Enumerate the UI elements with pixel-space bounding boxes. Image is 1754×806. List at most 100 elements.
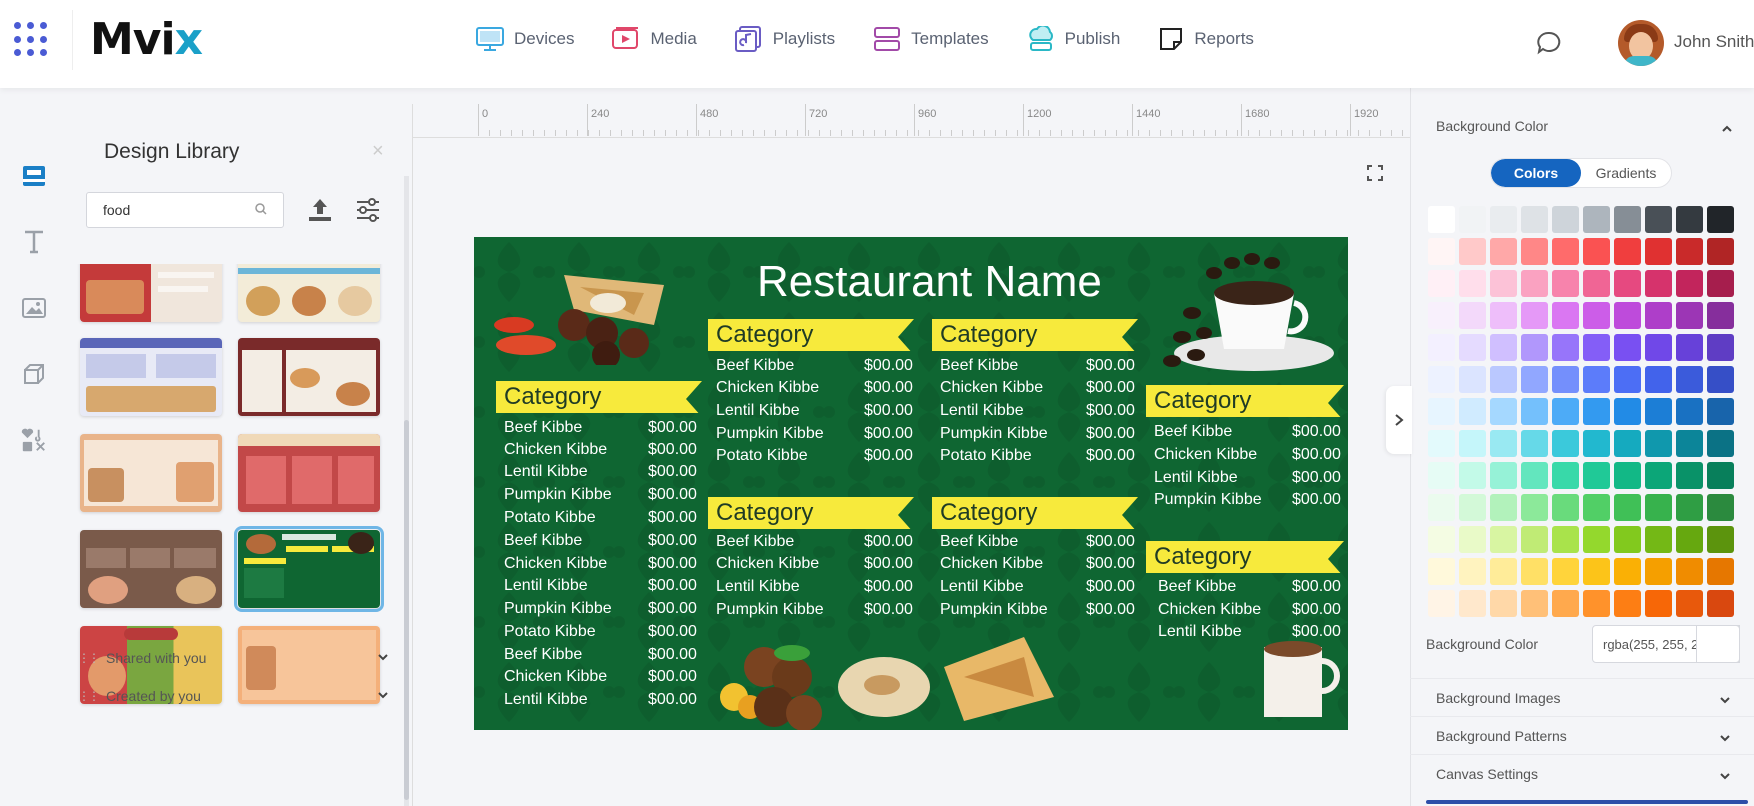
color-swatch[interactable]	[1490, 558, 1517, 585]
template-thumbnail[interactable]	[238, 264, 380, 322]
menu-item-price[interactable]: $00.00	[648, 463, 697, 481]
color-swatch[interactable]	[1428, 334, 1455, 361]
menu-item-name[interactable]: Beef Kibbe	[716, 533, 794, 551]
category-label[interactable]: Category	[716, 321, 813, 349]
color-swatch[interactable]	[1583, 366, 1610, 393]
menu-item-price[interactable]: $00.00	[864, 601, 913, 619]
menu-item-price[interactable]: $00.00	[1086, 379, 1135, 397]
menu-item-name[interactable]: Chicken Kibbe	[1154, 446, 1257, 464]
menu-item-name[interactable]: Potato Kibbe	[716, 447, 808, 465]
background-color-preview[interactable]	[1696, 625, 1740, 663]
color-swatch[interactable]	[1459, 494, 1486, 521]
template-thumbnail[interactable]	[238, 338, 380, 416]
category-label[interactable]: Category	[940, 321, 1037, 349]
menu-item-price[interactable]: $00.00	[648, 509, 697, 527]
menu-item-name[interactable]: Lentil Kibbe	[504, 577, 588, 595]
color-swatch[interactable]	[1459, 366, 1486, 393]
color-swatch[interactable]	[1645, 526, 1672, 553]
color-swatch[interactable]	[1645, 462, 1672, 489]
color-swatch[interactable]	[1552, 430, 1579, 457]
color-swatch[interactable]	[1459, 462, 1486, 489]
color-swatch[interactable]	[1676, 430, 1703, 457]
color-swatch[interactable]	[1676, 238, 1703, 265]
menu-item-name[interactable]: Pumpkin Kibbe	[716, 601, 824, 619]
color-swatch[interactable]	[1614, 430, 1641, 457]
color-swatch[interactable]	[1614, 526, 1641, 553]
menu-item-price[interactable]: $00.00	[1086, 533, 1135, 551]
color-swatch[interactable]	[1707, 462, 1734, 489]
color-swatch[interactable]	[1583, 558, 1610, 585]
menu-item-name[interactable]: Potato Kibbe	[504, 623, 596, 641]
color-swatch[interactable]	[1645, 302, 1672, 329]
template-thumbnail[interactable]	[80, 338, 222, 416]
color-swatch[interactable]	[1552, 590, 1579, 617]
nav-publish[interactable]: Publish	[1027, 26, 1120, 52]
color-swatch[interactable]	[1614, 302, 1641, 329]
color-swatch[interactable]	[1614, 366, 1641, 393]
menu-item-price[interactable]: $00.00	[1292, 623, 1341, 641]
menu-item-price[interactable]: $00.00	[1086, 447, 1135, 465]
color-swatch[interactable]	[1521, 366, 1548, 393]
color-swatch[interactable]	[1645, 590, 1672, 617]
color-swatch[interactable]	[1676, 494, 1703, 521]
color-swatch[interactable]	[1490, 430, 1517, 457]
menu-item-name[interactable]: Lentil Kibbe	[940, 578, 1024, 596]
color-swatch[interactable]	[1676, 366, 1703, 393]
color-swatch[interactable]	[1552, 334, 1579, 361]
chevron-up-icon[interactable]	[1720, 122, 1734, 136]
color-swatch[interactable]	[1490, 238, 1517, 265]
menu-item-price[interactable]: $00.00	[864, 555, 913, 573]
color-swatch[interactable]	[1552, 494, 1579, 521]
menu-item-name[interactable]: Pumpkin Kibbe	[1154, 491, 1262, 509]
menu-item-price[interactable]: $00.00	[1292, 446, 1341, 464]
fullscreen-icon[interactable]	[1366, 164, 1384, 182]
tab-gradients[interactable]: Gradients	[1581, 159, 1671, 187]
color-swatch[interactable]	[1428, 238, 1455, 265]
color-swatch[interactable]	[1459, 398, 1486, 425]
color-swatch[interactable]	[1676, 334, 1703, 361]
close-icon[interactable]: ×	[372, 140, 384, 163]
color-swatch[interactable]	[1521, 270, 1548, 297]
color-swatch[interactable]	[1490, 494, 1517, 521]
color-swatch[interactable]	[1521, 526, 1548, 553]
color-swatch[interactable]	[1583, 398, 1610, 425]
menu-item-price[interactable]: $00.00	[648, 577, 697, 595]
color-swatch[interactable]	[1552, 462, 1579, 489]
color-swatch[interactable]	[1490, 590, 1517, 617]
color-swatch[interactable]	[1614, 270, 1641, 297]
color-swatch[interactable]	[1428, 398, 1455, 425]
color-swatch[interactable]	[1676, 206, 1703, 233]
color-swatch[interactable]	[1707, 494, 1734, 521]
menu-item-price[interactable]: $00.00	[864, 447, 913, 465]
color-swatch[interactable]	[1490, 462, 1517, 489]
avatar[interactable]	[1618, 20, 1664, 66]
color-swatch[interactable]	[1521, 558, 1548, 585]
library-scrollbar-thumb[interactable]	[404, 420, 409, 800]
menu-item-price[interactable]: $00.00	[1086, 578, 1135, 596]
panel-collapse-button[interactable]	[1386, 386, 1412, 454]
color-swatch[interactable]	[1707, 590, 1734, 617]
color-swatch[interactable]	[1428, 270, 1455, 297]
color-swatch[interactable]	[1521, 238, 1548, 265]
color-swatch[interactable]	[1645, 430, 1672, 457]
menu-item-name[interactable]: Chicken Kibbe	[504, 668, 607, 686]
color-swatch[interactable]	[1459, 334, 1486, 361]
color-swatch[interactable]	[1645, 238, 1672, 265]
color-swatch[interactable]	[1428, 526, 1455, 553]
color-swatch[interactable]	[1614, 494, 1641, 521]
menu-item-name[interactable]: Beef Kibbe	[504, 646, 582, 664]
template-thumbnail[interactable]	[238, 434, 380, 512]
color-swatch[interactable]	[1707, 430, 1734, 457]
color-swatch[interactable]	[1552, 366, 1579, 393]
menu-item-name[interactable]: Chicken Kibbe	[504, 441, 607, 459]
template-thumbnail[interactable]	[80, 264, 222, 322]
menu-item-name[interactable]: Beef Kibbe	[940, 357, 1018, 375]
color-swatch[interactable]	[1707, 302, 1734, 329]
menu-item-name[interactable]: Lentil Kibbe	[504, 463, 588, 481]
color-swatch[interactable]	[1645, 334, 1672, 361]
color-swatch[interactable]	[1428, 366, 1455, 393]
category-label[interactable]: Category	[716, 499, 813, 527]
color-swatch[interactable]	[1676, 590, 1703, 617]
menu-item-name[interactable]: Chicken Kibbe	[940, 555, 1043, 573]
category-label[interactable]: Category	[504, 383, 601, 411]
